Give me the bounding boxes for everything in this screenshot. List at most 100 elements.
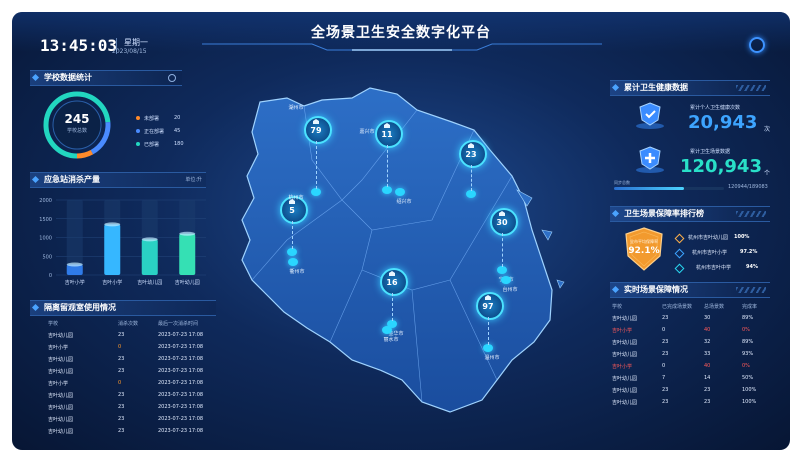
city-name: 绍兴市: [396, 199, 412, 205]
table-row[interactable]: 吉叶幼儿园 23 2023-07-23 17:08: [48, 365, 218, 377]
cell-school: 吉叶幼儿园: [48, 404, 74, 411]
cell-count: 23: [118, 368, 125, 374]
cell-done: 23: [662, 399, 669, 405]
city-count: 79: [310, 126, 322, 135]
table-row[interactable]: 吉叶幼儿园 23 2023-07-23 17:08: [48, 329, 218, 341]
cell-school: 吉叶小学: [612, 363, 633, 370]
x-tick-label: 吉叶幼儿园: [137, 279, 162, 286]
cell-total: 30: [704, 315, 711, 321]
city-count: 23: [465, 150, 477, 159]
weekday-text: 星期一: [124, 38, 148, 47]
table-row[interactable]: 吉叶幼儿园 23 23 100%: [612, 384, 772, 396]
cell-count: 23: [118, 428, 125, 434]
city-count: 5: [289, 206, 295, 215]
city-connector: [392, 293, 393, 321]
legend-label: 未部署: [144, 116, 160, 122]
table-row[interactable]: 吉叶幼儿园 23 2023-07-23 17:08: [48, 353, 218, 365]
city-marker[interactable]: [382, 326, 392, 334]
cell-rate: 100%: [742, 387, 757, 393]
city-marker[interactable]: [395, 188, 405, 196]
progress-text: 120944/189083: [728, 184, 768, 190]
ranking-header: 卫生场景保障率排行榜: [610, 206, 770, 222]
cell-school: 吉叶幼儿园: [612, 339, 638, 346]
cell-done: 23: [662, 351, 669, 357]
legend-value: 45: [174, 128, 181, 134]
bar: [179, 233, 196, 275]
school-stats-title: 学校数据统计: [44, 73, 92, 82]
bar: [104, 224, 121, 275]
table-row[interactable]: 吉叶幼儿园 23 2023-07-23 17:08: [48, 401, 218, 413]
isolation-table-wrap: 学校 消杀次数 最后一次消杀时间 吉叶幼儿园 23 2023-07-23 17:08…: [48, 317, 218, 437]
settings-icon[interactable]: [168, 74, 176, 82]
cell-school: 吉叶幼儿园: [48, 356, 74, 363]
cell-rate: 89%: [742, 315, 754, 321]
city-marker[interactable]: [497, 266, 507, 274]
legend-label: 正在部署: [144, 129, 165, 135]
scene-health-icon: [636, 146, 664, 173]
cell-done: 0: [662, 363, 666, 369]
rt-col-rate: 完成率: [742, 303, 758, 310]
rank-name: 杭州市吉叶小学: [692, 250, 728, 256]
cell-time: 2023-07-23 17:08: [158, 368, 204, 374]
cell-rate: 100%: [742, 399, 757, 405]
table-row[interactable]: 吉叶小学 0 2023-07-23 17:08: [48, 377, 218, 389]
cell-rate: 93%: [742, 351, 754, 357]
school-total-label: 学校总数: [66, 128, 87, 134]
scene-value: 120,943: [680, 156, 762, 177]
city-marker[interactable]: [483, 344, 493, 352]
rt-col-done: 已完成场景数: [662, 303, 693, 310]
city-name: 湖州市: [288, 105, 304, 111]
cell-total: 40: [704, 327, 711, 333]
bar: [141, 239, 158, 275]
table-row[interactable]: 吉叶小学 0 2023-07-23 17:08: [48, 341, 218, 353]
iso-col-time: 最后一次消杀时间: [158, 320, 199, 327]
city-marker[interactable]: [382, 186, 392, 194]
cell-done: 23: [662, 339, 669, 345]
cell-total: 23: [704, 387, 711, 393]
rank-value: 97.2%: [740, 249, 758, 255]
table-row[interactable]: 吉叶幼儿园 23 33 93%: [612, 348, 772, 360]
table-row[interactable]: 吉叶幼儿园 23 2023-07-23 17:08: [48, 389, 218, 401]
legend-label: 已部署: [144, 142, 160, 148]
personal-label: 累计个人卫生健康次数: [690, 105, 741, 111]
city-marker[interactable]: [288, 258, 298, 266]
legend-dot: [136, 129, 140, 133]
emergency-unit: 单位:升: [185, 177, 202, 183]
table-row[interactable]: 吉叶幼儿园 7 14 50%: [612, 372, 772, 384]
cell-time: 2023-07-23 17:08: [158, 356, 204, 362]
table-row[interactable]: 吉叶幼儿园 23 30 89%: [612, 312, 772, 324]
cell-school: 吉叶幼儿园: [612, 351, 638, 358]
city-count: 16: [386, 278, 398, 287]
city-marker[interactable]: [287, 248, 297, 256]
legend-dot: [136, 116, 140, 120]
city-connector: [502, 233, 503, 267]
school-total: 245: [64, 112, 90, 126]
table-row[interactable]: 吉叶幼儿园 23 23 100%: [612, 396, 772, 408]
rank-diamond-icon: [674, 233, 685, 244]
badge-value: 92.1%: [628, 246, 660, 256]
cell-school: 吉叶小学: [48, 344, 69, 351]
table-row[interactable]: 吉叶幼儿园 23 32 89%: [612, 336, 772, 348]
x-tick-label: 吉叶幼儿园: [175, 279, 200, 286]
cell-school: 吉叶幼儿园: [48, 392, 74, 399]
bar-cap: [179, 231, 196, 236]
city-name: 温州市: [484, 355, 500, 361]
cell-count: 23: [118, 356, 125, 362]
city-connector: [316, 141, 317, 189]
rt-col-school: 学校: [612, 303, 623, 310]
cell-time: 2023-07-23 17:08: [158, 380, 204, 386]
cell-time: 2023-07-23 17:08: [158, 428, 204, 434]
cell-school: 吉叶幼儿园: [612, 375, 638, 382]
cell-count: 23: [118, 404, 125, 410]
city-connector: [387, 145, 388, 187]
school-stats-header: 学校数据统计: [30, 70, 182, 86]
city-name: 衢州市: [289, 269, 305, 275]
city-marker[interactable]: [466, 190, 476, 198]
city-marker[interactable]: [501, 276, 511, 284]
table-row[interactable]: 吉叶小学 0 40 0%: [612, 324, 772, 336]
power-icon[interactable]: [749, 37, 765, 53]
table-row[interactable]: 吉叶小学 0 40 0%: [612, 360, 772, 372]
dashboard-screen: 全场景卫生安全数字化平台 13:45:03 星期一 2023/08/15 学校数…: [12, 12, 790, 450]
table-row[interactable]: 吉叶幼儿园 23 2023-07-23 17:08: [48, 413, 218, 425]
table-row[interactable]: 吉叶幼儿园 23 2023-07-23 17:08: [48, 425, 218, 437]
